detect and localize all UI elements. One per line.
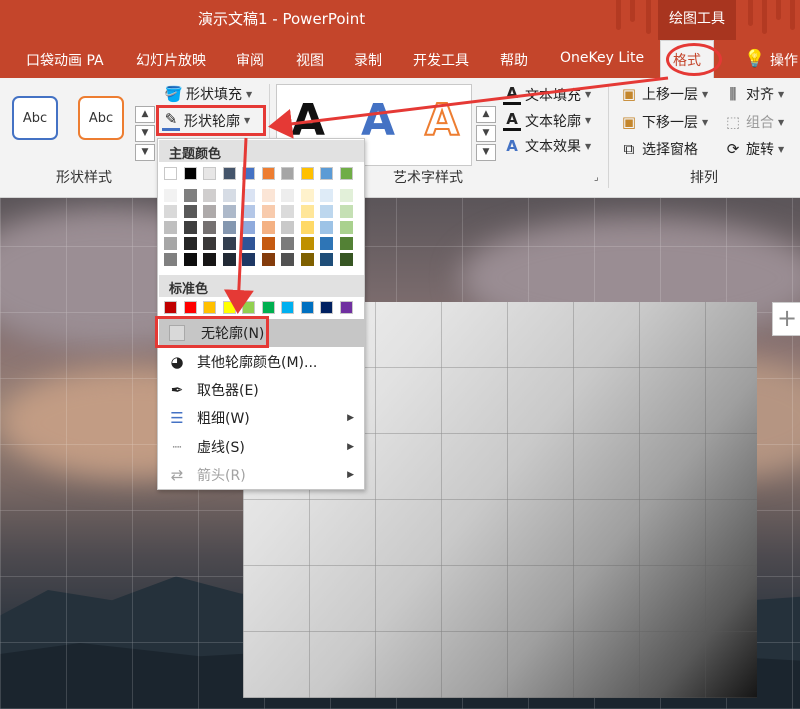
annotation-arrows	[223, 76, 669, 314]
annotation-arrow-to-outline	[268, 76, 669, 139]
annotation-arrow-to-no-outline	[223, 137, 254, 314]
